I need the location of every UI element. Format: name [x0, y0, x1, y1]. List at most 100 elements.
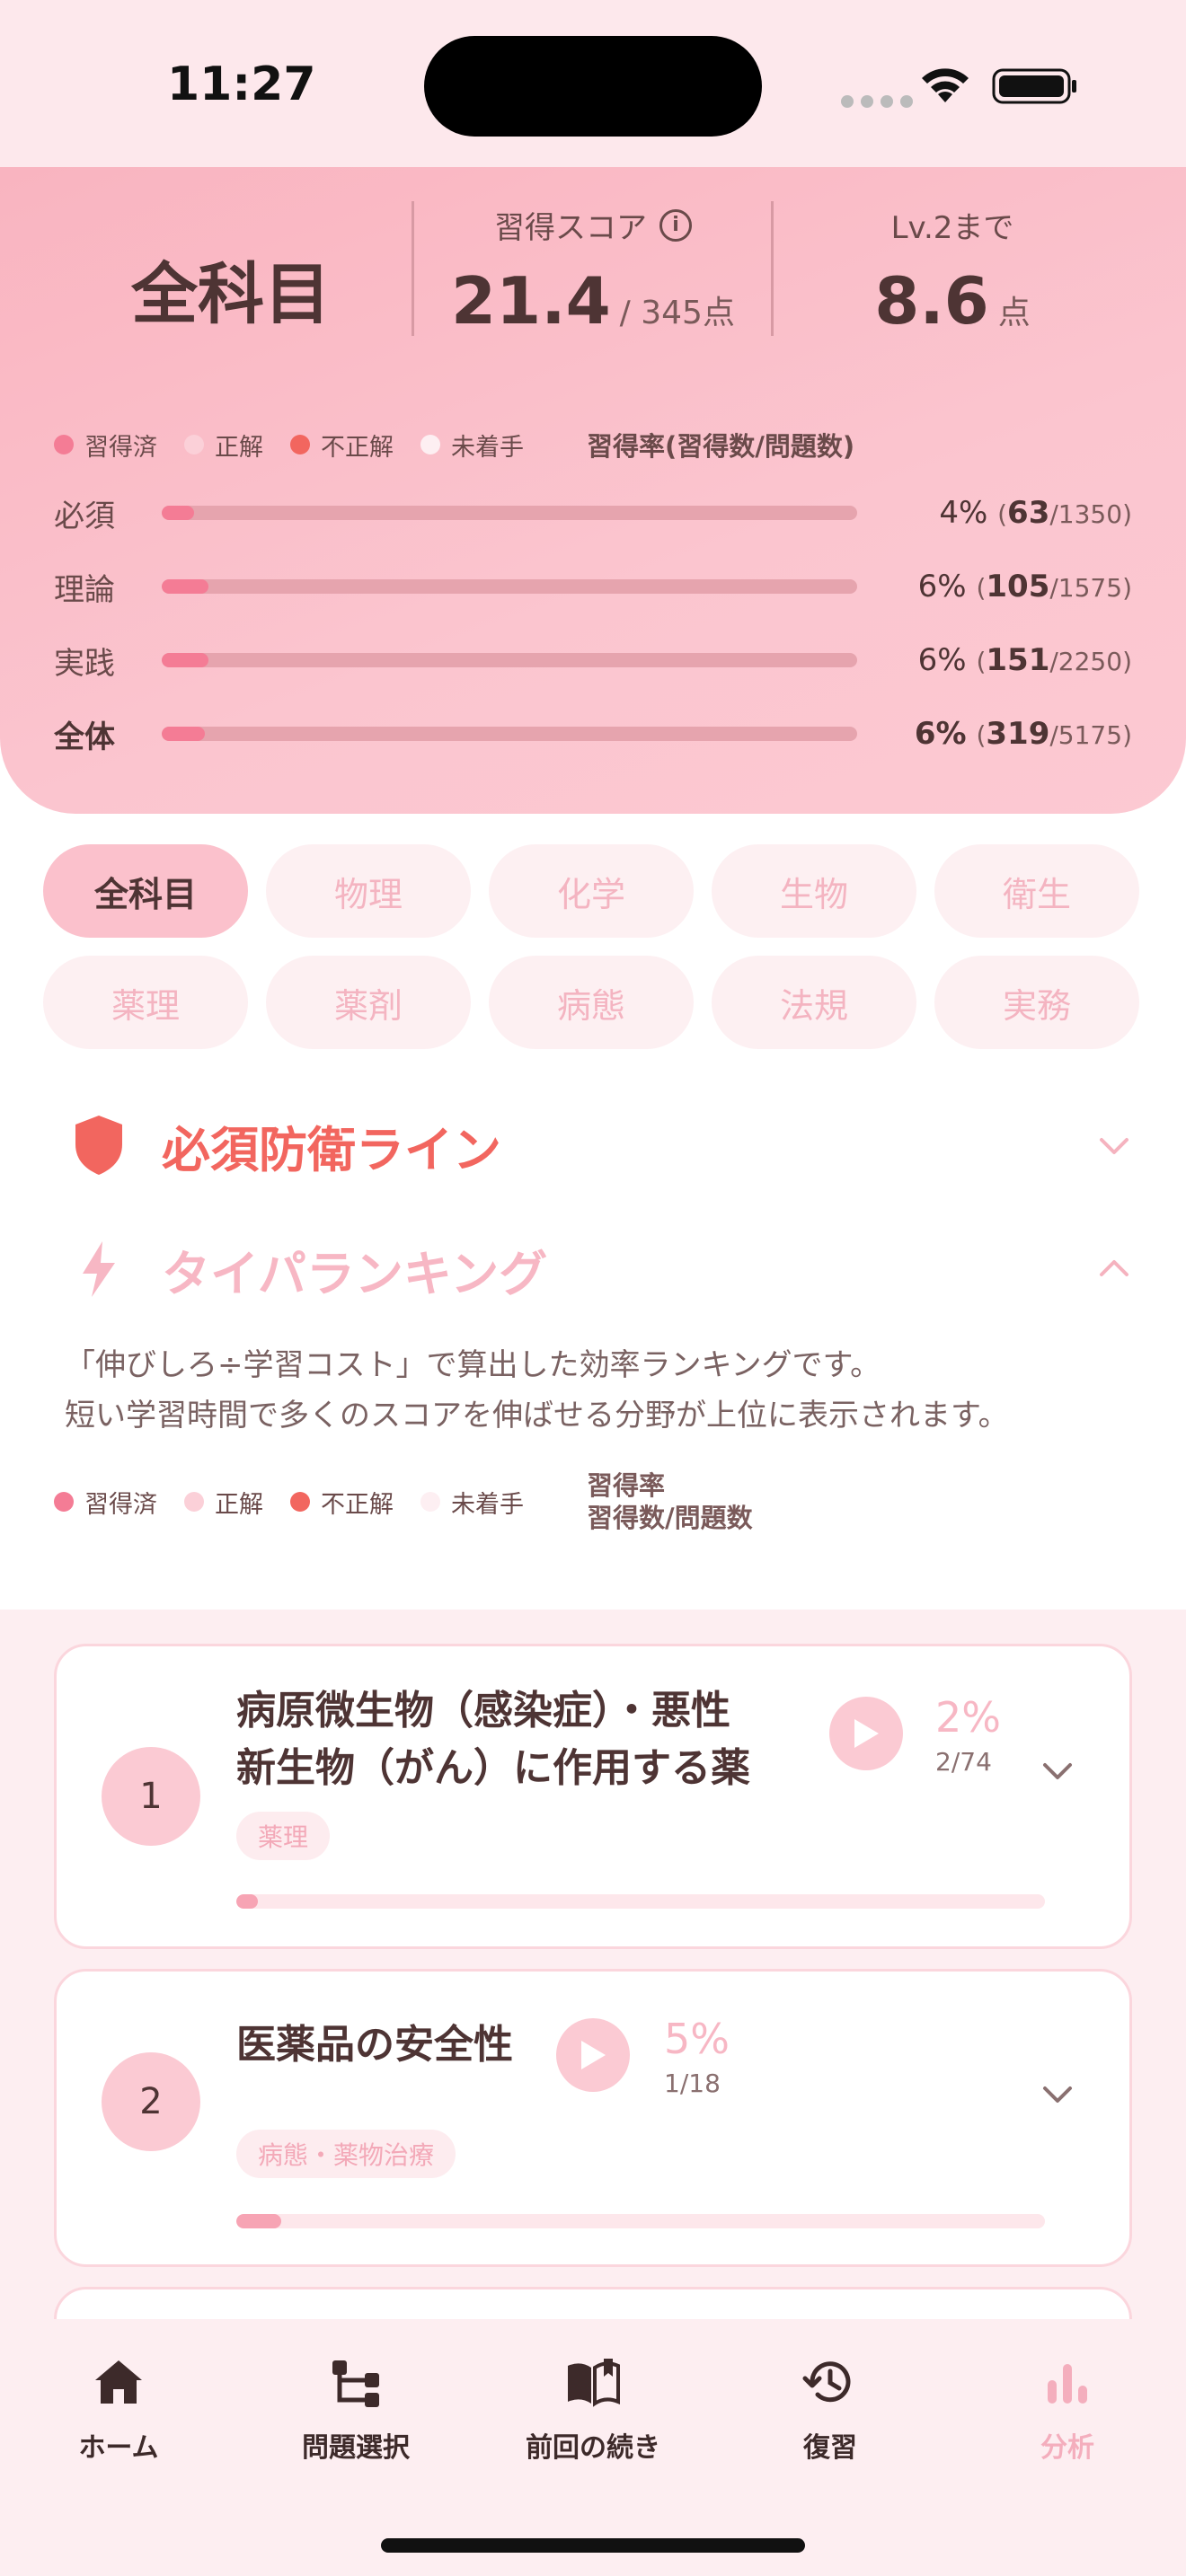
rank-progress-fill — [236, 2214, 281, 2228]
legend: 習得済 正解 不正解 未着手 習得率(習得数/問題数) — [54, 426, 854, 463]
section-defense-header[interactable]: 必須防衛ライン — [72, 1105, 1132, 1186]
score-summary: 全科目 習得スコア i 21.4 / 345点 Lv.2まで 8.6 点 習得済… — [0, 167, 1186, 814]
progress-fill — [162, 579, 208, 594]
rank-progress-track — [236, 1894, 1045, 1909]
chip-law[interactable]: 法規 — [712, 956, 916, 1049]
progress-fill — [162, 727, 205, 741]
chevron-down-icon[interactable] — [1040, 1752, 1075, 1788]
score-value: 21.4 — [451, 263, 611, 339]
status-time: 11:27 — [167, 57, 316, 111]
legend-label: 未着手 — [451, 1490, 524, 1519]
play-icon — [854, 1719, 879, 1748]
row-percent: 6% — [917, 569, 967, 604]
legend-label: 正解 — [215, 1490, 263, 1519]
ranking-card[interactable]: 2 医薬品の安全性 5% 1/18 病態・薬物治療 — [54, 1969, 1132, 2267]
progress-track — [162, 727, 857, 741]
legend-dot — [54, 435, 74, 454]
play-button[interactable] — [829, 1697, 903, 1770]
chip-pharmacology[interactable]: 薬理 — [43, 956, 248, 1049]
chip-practice[interactable]: 実務 — [934, 956, 1139, 1049]
score-total: / 345点 — [619, 295, 735, 331]
legend-dot — [290, 435, 310, 454]
chip-hygiene[interactable]: 衛生 — [934, 844, 1139, 938]
row-total: /1575 — [1049, 573, 1123, 603]
progress-row-required: 必須 4% (63/1350) — [54, 490, 1132, 535]
rate-title-line2: 習得数/問題数 — [587, 1503, 753, 1533]
legend-dot — [184, 1492, 204, 1512]
row-label: 実践 — [54, 645, 115, 682]
nav-label: 分析 — [1040, 2432, 1094, 2464]
legend-dot — [54, 1492, 74, 1512]
legend-dot — [420, 1492, 440, 1512]
row-total: /2250 — [1049, 647, 1123, 676]
row-label: 必須 — [54, 498, 115, 534]
legend-label: 不正解 — [321, 433, 394, 462]
legend-label: 習得済 — [84, 433, 157, 462]
taipa-description: 「伸びしろ÷学習コスト」で算出した効率ランキングです。 短い学習時間で多くのスコ… — [65, 1340, 1125, 1441]
nav-home[interactable]: ホーム — [20, 2353, 217, 2465]
rank-percent: 5% — [664, 2015, 730, 2063]
row-percent: 6% — [917, 642, 967, 678]
progress-track — [162, 506, 857, 520]
chip-physics[interactable]: 物理 — [266, 844, 471, 938]
level-unit: 点 — [997, 295, 1031, 331]
legend-label: 未着手 — [451, 433, 524, 462]
tree-icon — [332, 2360, 379, 2407]
subject-tag: 病態・薬物治療 — [236, 2130, 456, 2178]
rate-title: 習得率(習得数/問題数) — [587, 431, 855, 462]
taipa-desc-line2: 短い学習時間で多くのスコアを伸ばせる分野が上位に表示されます。 — [65, 1398, 1009, 1434]
row-total: /5175 — [1049, 720, 1123, 750]
row-percent: 6% — [914, 716, 967, 752]
status-bar: 11:27 — [0, 0, 1186, 167]
chevron-up-icon[interactable] — [1096, 1251, 1132, 1287]
chip-chemistry[interactable]: 化学 — [489, 844, 694, 938]
battery-icon — [992, 68, 1076, 104]
subject-tag: 薬理 — [236, 1812, 331, 1860]
nav-review[interactable]: 復習 — [731, 2353, 929, 2465]
level-box: Lv.2まで 8.6 点 — [791, 203, 1114, 339]
nav-label: ホーム — [78, 2432, 159, 2464]
nav-question-select[interactable]: 問題選択 — [257, 2353, 455, 2465]
rate-title-line1: 習得率 — [587, 1470, 666, 1501]
chevron-down-icon[interactable] — [1096, 1127, 1132, 1163]
rank-count: 2/74 — [935, 1747, 992, 1777]
progress-track — [162, 579, 857, 594]
row-done: 63 — [1007, 495, 1050, 531]
score-label: 習得スコア — [494, 210, 647, 246]
home-icon — [95, 2360, 142, 2404]
section-taipa-title: タイパランキング — [162, 1245, 548, 1302]
row-total: /1350 — [1049, 499, 1123, 529]
rank-count: 1/18 — [664, 2069, 721, 2098]
progress-track — [162, 653, 857, 667]
nav-label: 復習 — [803, 2432, 857, 2464]
nav-continue[interactable]: 前回の続き — [494, 2353, 692, 2465]
play-icon — [581, 2041, 606, 2069]
chip-pharmaceutics[interactable]: 薬剤 — [266, 956, 471, 1049]
progress-fill — [162, 653, 208, 667]
nav-analysis[interactable]: 分析 — [969, 2353, 1166, 2465]
taipa-desc-line1: 「伸びしろ÷学習コスト」で算出した効率ランキングです。 — [65, 1347, 881, 1383]
chip-pathology[interactable]: 病態 — [489, 956, 694, 1049]
score-box: 習得スコア i 21.4 / 345点 — [413, 203, 773, 339]
info-icon[interactable]: i — [659, 208, 692, 242]
chevron-down-icon[interactable] — [1040, 2076, 1075, 2112]
nav-label: 問題選択 — [302, 2432, 410, 2464]
nav-label: 前回の続き — [526, 2432, 660, 2464]
section-taipa-header[interactable]: タイパランキング — [72, 1229, 1132, 1310]
ranking-card[interactable]: 1 病原微生物（感染症）・悪性 新生物（がん）に作用する薬 2% 2/74 薬理 — [54, 1644, 1132, 1949]
rank-progress-track — [236, 2214, 1045, 2228]
chip-biology[interactable]: 生物 — [712, 844, 916, 938]
rank-title: 医薬品の安全性 — [236, 2022, 513, 2068]
rank-title: 病原微生物（感染症）・悪性 新生物（がん）に作用する薬 — [236, 1688, 750, 1791]
chip-all[interactable]: 全科目 — [43, 844, 248, 938]
play-button[interactable] — [556, 2018, 630, 2092]
row-done: 151 — [986, 642, 1050, 678]
legend-label: 不正解 — [321, 1490, 394, 1519]
progress-fill — [162, 506, 195, 520]
row-label: 全体 — [54, 719, 115, 755]
rank-number: 1 — [102, 1747, 200, 1846]
rank-progress-fill — [236, 1894, 259, 1909]
wifi-icon — [922, 68, 969, 102]
home-indicator — [381, 2538, 805, 2553]
summary-subject: 全科目 — [131, 256, 331, 333]
